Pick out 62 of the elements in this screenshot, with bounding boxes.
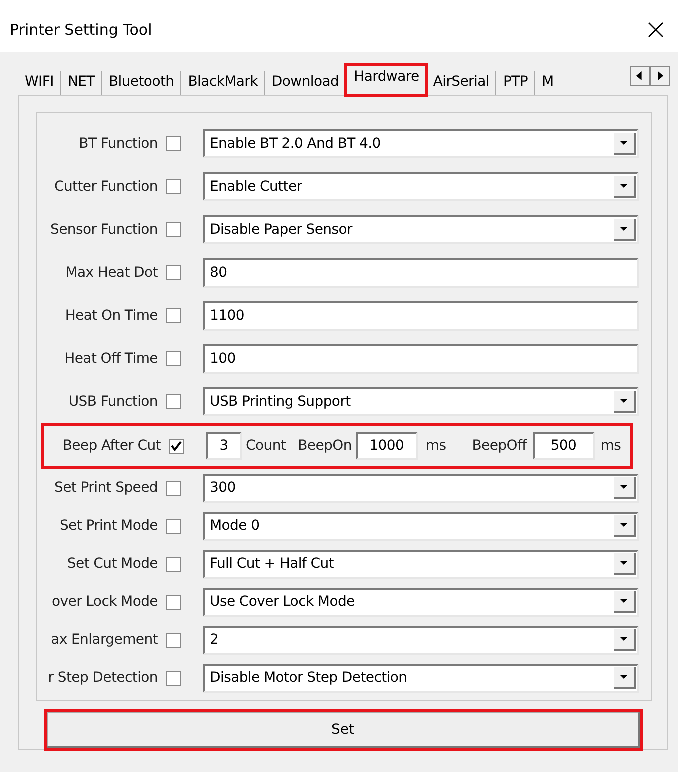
field-label: Sensor Function [50, 222, 158, 238]
field-label: Set Cut Mode [66, 556, 158, 572]
checkbox[interactable] [166, 594, 181, 610]
input-field[interactable]: 80 [203, 258, 639, 288]
checkbox[interactable] [166, 556, 181, 572]
tab[interactable]: Bluetooth [102, 71, 182, 95]
input-field[interactable]: 1000 [356, 432, 418, 460]
checkbox[interactable] [166, 394, 181, 409]
dropdown[interactable]: Use Cover Lock Mode [203, 588, 639, 616]
checkbox[interactable] [169, 438, 184, 454]
input-field[interactable]: 3 [206, 432, 242, 460]
unit-label: Count [246, 438, 286, 454]
tab[interactable]: NET [60, 71, 102, 95]
close-icon[interactable] [648, 22, 664, 38]
field-label: BeepOff [472, 438, 527, 454]
checkbox[interactable] [166, 480, 181, 496]
unit-label: ms [600, 438, 622, 454]
dropdown[interactable]: Mode 0 [203, 512, 639, 540]
field-label: over Lock Mode [51, 594, 158, 610]
field-label: Max Heat Dot [64, 264, 158, 280]
tab[interactable]: AirSerial [426, 71, 496, 95]
checkbox[interactable] [166, 179, 181, 194]
field-label: Heat Off Time [64, 350, 158, 366]
dropdown[interactable]: Disable Motor Step Detection [203, 664, 639, 692]
tab[interactable]: WIFI [18, 71, 61, 95]
dropdown[interactable]: Disable Paper Sensor [203, 215, 639, 244]
tab[interactable]: BlackMark [181, 71, 265, 95]
field-label: Heat On Time [64, 308, 158, 324]
checkbox[interactable] [166, 632, 181, 648]
window-title: Printer Setting Tool [10, 21, 152, 39]
field-label: Set Print Speed [54, 480, 158, 496]
set-button[interactable]: Set [47, 712, 640, 748]
dropdown[interactable]: 2 [203, 626, 639, 654]
tab[interactable]: PTP [496, 71, 536, 95]
dropdown[interactable]: 300 [203, 474, 639, 502]
field-label: BeepOn [298, 438, 352, 454]
input-field[interactable]: 1100 [203, 300, 639, 330]
input-field[interactable]: 500 [532, 432, 595, 460]
field-label: Cutter Function [54, 178, 158, 194]
field-label: USB Function [68, 394, 158, 410]
checkbox[interactable] [166, 136, 181, 151]
input-field[interactable]: 100 [203, 344, 639, 374]
scroll-left-icon[interactable] [630, 66, 650, 86]
checkbox[interactable] [166, 308, 181, 323]
dropdown[interactable]: Full Cut + Half Cut [203, 550, 639, 578]
checkbox[interactable] [166, 518, 181, 534]
unit-label: ms [426, 438, 446, 454]
tab[interactable]: Hardware [346, 65, 426, 95]
field-label: Beep After Cut [62, 438, 161, 454]
field-label: r Step Detection [47, 670, 158, 686]
dropdown[interactable]: Enable BT 2.0 And BT 4.0 [203, 129, 639, 158]
scroll-right-icon[interactable] [650, 66, 670, 86]
dropdown[interactable]: Enable Cutter [203, 172, 639, 201]
field-label: BT Function [78, 136, 158, 152]
field-label: Set Print Mode [58, 518, 158, 534]
checkbox[interactable] [166, 670, 181, 686]
field-label: ax Enlargement [50, 632, 158, 648]
checkbox[interactable] [166, 265, 181, 280]
checkbox[interactable] [166, 222, 181, 237]
checkbox[interactable] [166, 351, 181, 366]
dropdown[interactable]: USB Printing Support [203, 387, 639, 416]
tab[interactable]: M [535, 71, 554, 95]
